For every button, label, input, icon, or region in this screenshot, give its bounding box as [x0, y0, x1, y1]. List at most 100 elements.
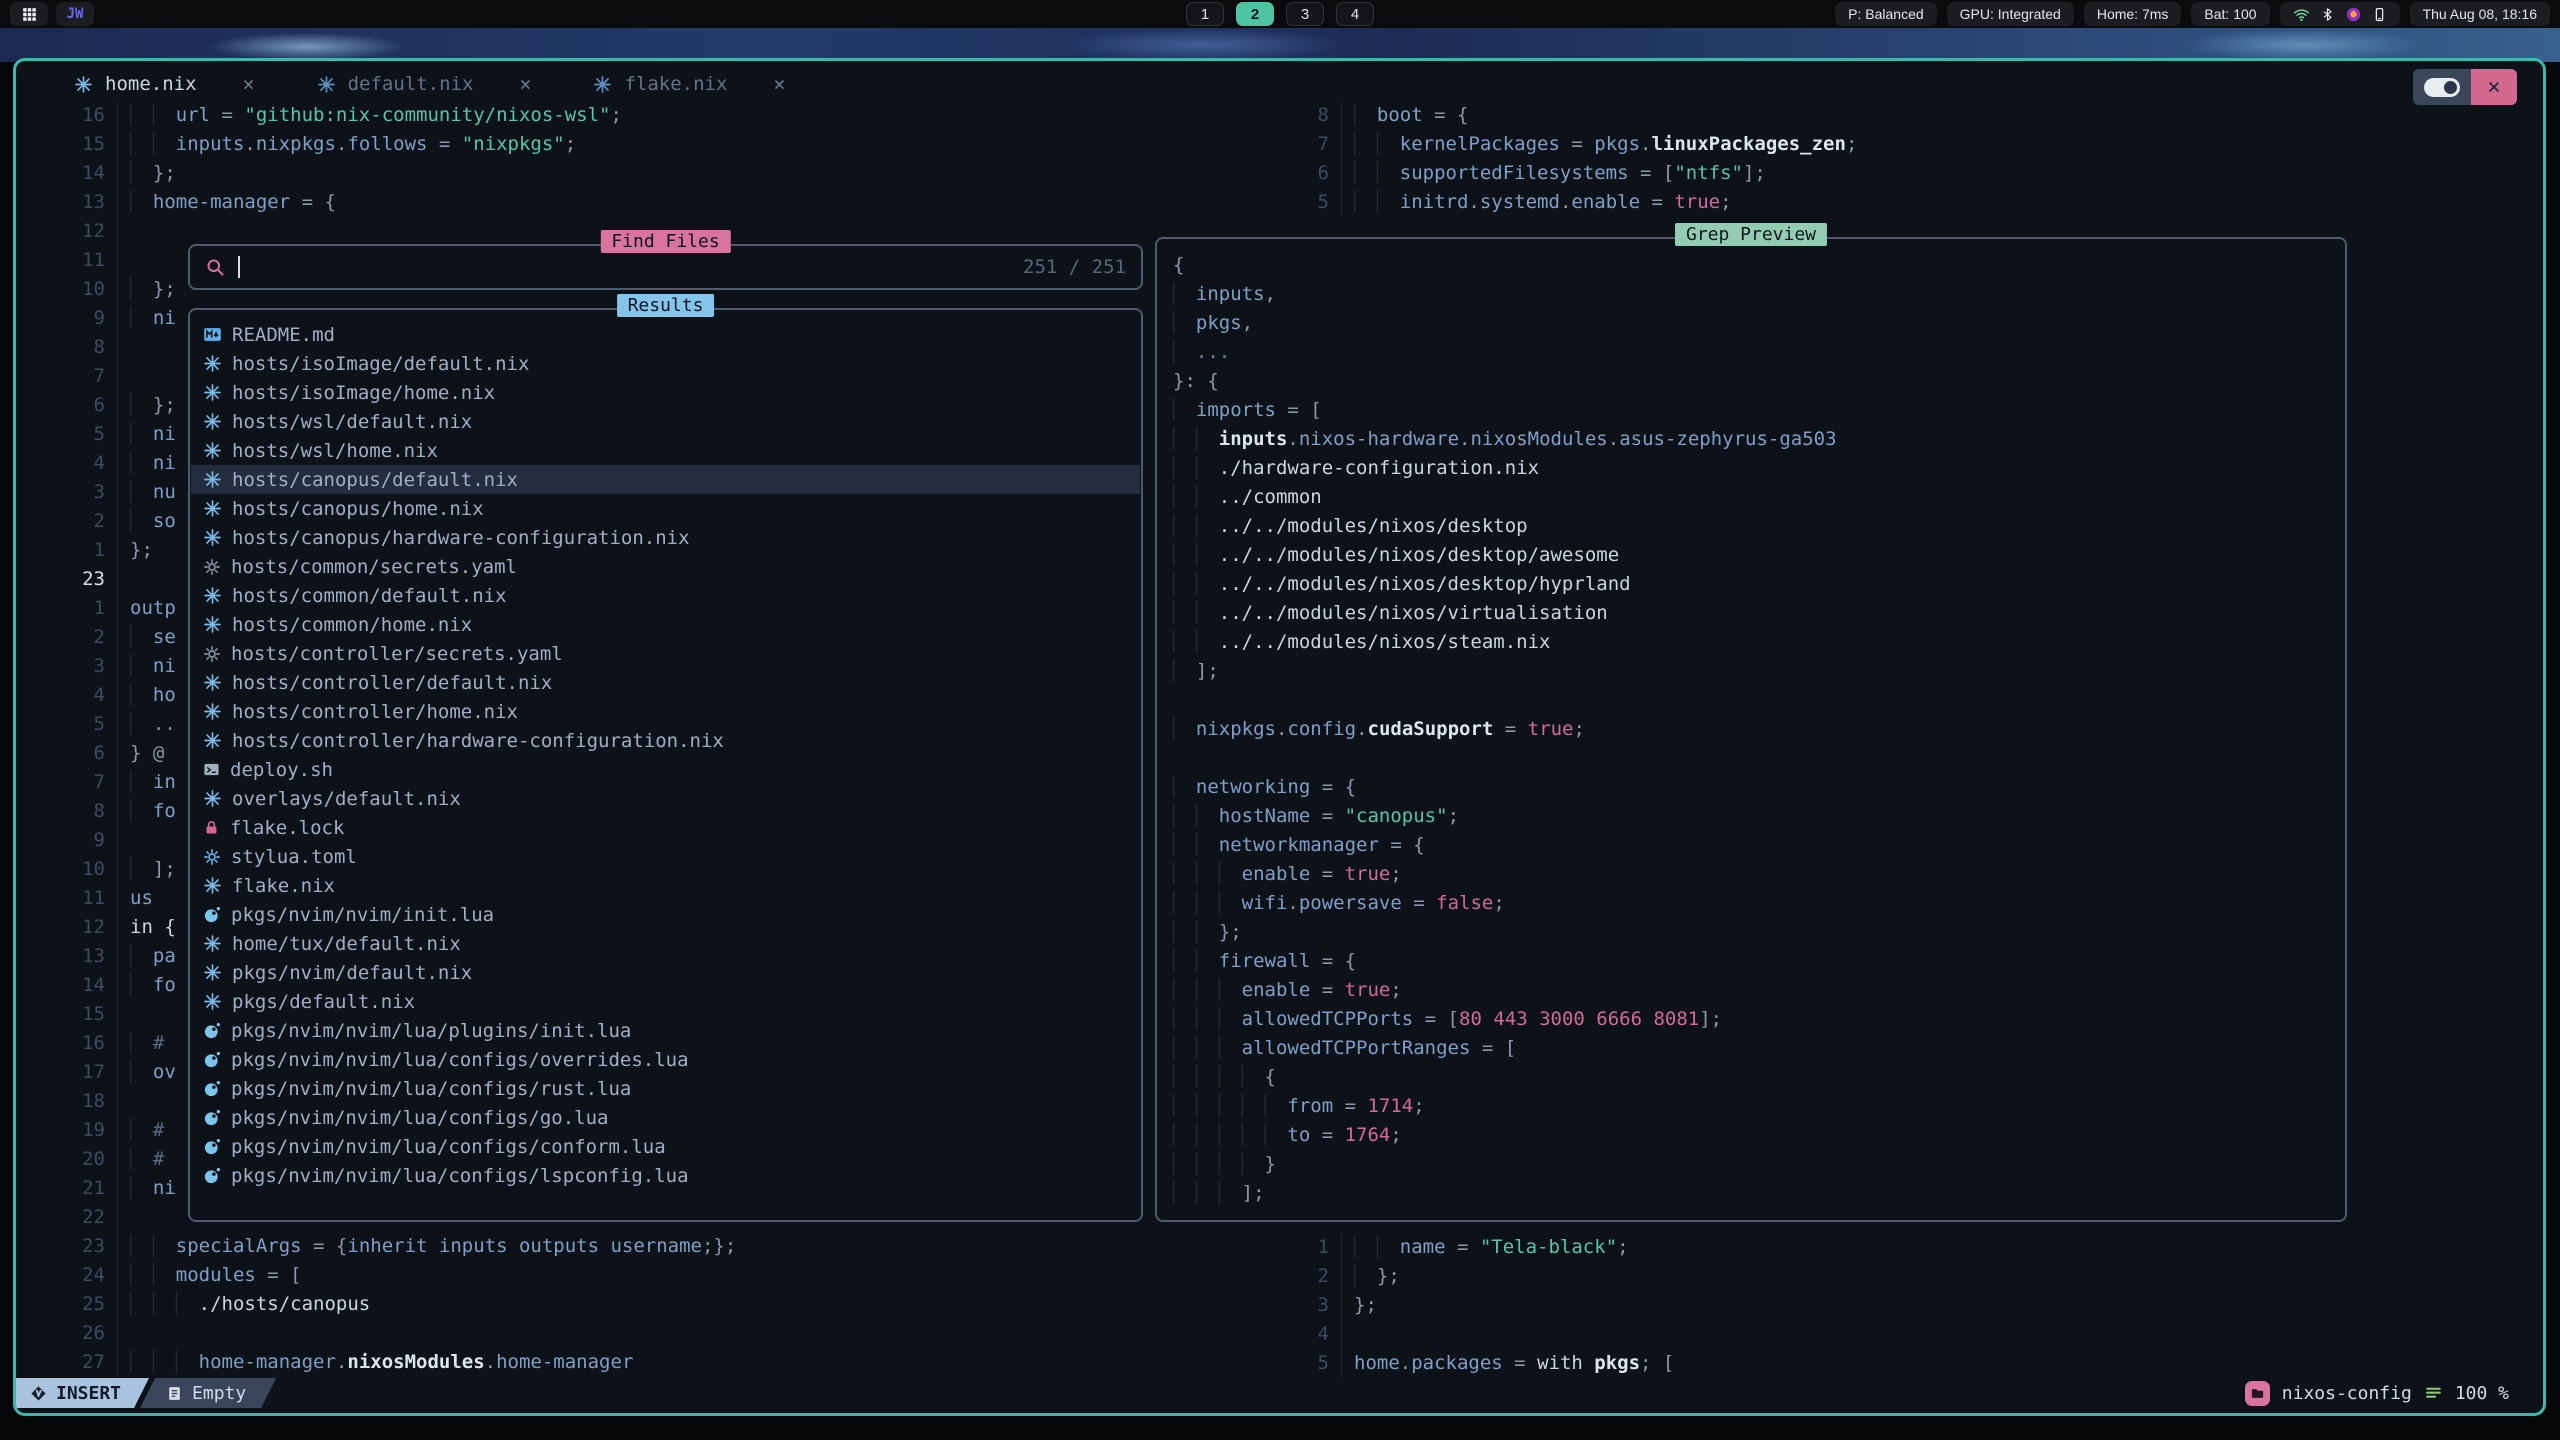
- apps-launcher-button[interactable]: [10, 2, 48, 26]
- finder-result-item[interactable]: hosts/controller/hardware-configuration.…: [191, 726, 1140, 755]
- editor-tab[interactable]: flake.nix ×: [575, 67, 803, 101]
- nix-icon: [203, 412, 222, 431]
- file-path: hosts/wsl/default.nix: [232, 411, 472, 433]
- finder-result-item[interactable]: hosts/common/home.nix: [191, 610, 1140, 639]
- finder-result-item[interactable]: pkgs/nvim/nvim/lua/plugins/init.lua: [191, 1016, 1140, 1045]
- finder-result-item[interactable]: hosts/canopus/hardware-configuration.nix: [191, 523, 1140, 552]
- finder-result-item[interactable]: pkgs/nvim/nvim/lua/configs/conform.lua: [191, 1132, 1140, 1161]
- workspaces: 1234: [1186, 2, 1374, 26]
- finder-result-item[interactable]: hosts/isoImage/home.nix: [191, 378, 1140, 407]
- power-profile-module[interactable]: P: Balanced: [1835, 2, 1937, 26]
- battery-module[interactable]: Bat: 100: [2191, 2, 2269, 26]
- code-line: ▏ ▏ ▏ ];: [1173, 1179, 2339, 1208]
- finder-result-item[interactable]: hosts/common/default.nix: [191, 581, 1140, 610]
- workspace-button[interactable]: 3: [1286, 2, 1324, 26]
- editor-tab[interactable]: home.nix×: [56, 67, 273, 101]
- file-path: pkgs/nvim/nvim/lua/configs/overrides.lua: [231, 1049, 689, 1071]
- firefox-icon[interactable]: [2345, 6, 2362, 23]
- document-icon: [166, 1385, 183, 1402]
- code-line: 5▏ ▏ initrd.systemd.enable = true;: [1284, 188, 1857, 217]
- finder-result-item[interactable]: pkgs/nvim/nvim/init.lua: [191, 900, 1140, 929]
- tab-label: flake.nix: [624, 73, 727, 95]
- tab-close-icon[interactable]: ×: [773, 72, 785, 96]
- vim-icon: [30, 1385, 47, 1402]
- tray: [2280, 2, 2400, 26]
- code-line: 26: [60, 1319, 736, 1348]
- finder-result-item[interactable]: hosts/canopus/default.nix: [191, 465, 1140, 494]
- wifi-icon[interactable]: [2293, 6, 2310, 23]
- project-chip: [2245, 1381, 2270, 1406]
- lua-icon: [203, 1022, 221, 1040]
- close-icon: ×: [2487, 75, 2500, 100]
- lock-icon: [203, 819, 220, 836]
- lua-icon: [203, 1167, 221, 1185]
- file-path: pkgs/nvim/nvim/lua/configs/rust.lua: [231, 1078, 631, 1100]
- editor-pane-right-bottom[interactable]: 1▏ ▏ name = "Tela-black";2▏ };3};45home.…: [1284, 1233, 1674, 1378]
- statusline: INSERT Empty nixos-config 100 %: [16, 1378, 2543, 1408]
- workspace-button[interactable]: 4: [1336, 2, 1374, 26]
- editor-tab[interactable]: default.nix×: [299, 67, 550, 101]
- code-line: ▏ ▏ ../../modules/nixos/steam.nix: [1173, 628, 2339, 657]
- finder-result-item[interactable]: overlays/default.nix: [191, 784, 1140, 813]
- statusline-right: nixos-config 100 %: [2245, 1381, 2543, 1406]
- code-line: }: {: [1173, 367, 2339, 396]
- finder-result-item[interactable]: flake.lock: [191, 813, 1140, 842]
- bluetooth-icon[interactable]: [2320, 7, 2335, 22]
- nix-icon: [203, 441, 222, 460]
- finder-result-item[interactable]: pkgs/nvim/default.nix: [191, 958, 1140, 987]
- nix-icon: [203, 934, 222, 953]
- code-line: 1▏ ▏ name = "Tela-black";: [1284, 1233, 1674, 1262]
- finder-result-item[interactable]: home/tux/default.nix: [191, 929, 1140, 958]
- tab-close-icon[interactable]: ×: [519, 72, 531, 96]
- topbar: JW 1234 P: Balanced GPU: Integrated Home: …: [0, 0, 2560, 28]
- finder-result-item[interactable]: hosts/canopus/home.nix: [191, 494, 1140, 523]
- editor-pane-right-top[interactable]: 8▏ boot = {7▏ ▏ kernelPackages = pkgs.li…: [1284, 101, 1857, 217]
- finder-result-item[interactable]: pkgs/nvim/nvim/lua/configs/overrides.lua: [191, 1045, 1140, 1074]
- nix-icon: [203, 499, 222, 518]
- finder-result-item[interactable]: pkgs/default.nix: [191, 987, 1140, 1016]
- file-path: flake.nix: [232, 875, 335, 897]
- finder-result-item[interactable]: hosts/controller/home.nix: [191, 697, 1140, 726]
- code-line: ▏ ▏ };: [1173, 918, 2339, 947]
- results-title: Results: [617, 294, 715, 317]
- phone-icon[interactable]: [2372, 7, 2387, 22]
- grep-preview-content[interactable]: {▏ inputs,▏ pkgs,▏ ...}: {▏ imports = [▏…: [1173, 251, 2339, 1208]
- ping-module[interactable]: Home: 7ms: [2084, 2, 2182, 26]
- finder-result-item[interactable]: hosts/controller/secrets.yaml: [191, 639, 1140, 668]
- code-line: 24▏ ▏ modules = [: [60, 1261, 736, 1290]
- finder-result-item[interactable]: README.md: [191, 320, 1140, 349]
- nix-icon: [203, 702, 222, 721]
- gpu-module[interactable]: GPU: Integrated: [1947, 2, 2074, 26]
- finder-result-item[interactable]: hosts/wsl/default.nix: [191, 407, 1140, 436]
- finder-result-item[interactable]: pkgs/nvim/nvim/lua/configs/go.lua: [191, 1103, 1140, 1132]
- code-line: ▏ ▏ ▏ wifi.powersave = false;: [1173, 889, 2339, 918]
- user-logo[interactable]: JW: [56, 2, 94, 26]
- finder-result-item[interactable]: pkgs/nvim/nvim/lua/configs/rust.lua: [191, 1074, 1140, 1103]
- code-line: ▏ ▏ ▏ allowedTCPPorts = [80 443 3000 666…: [1173, 1005, 2339, 1034]
- file-path: flake.lock: [230, 817, 344, 839]
- nix-icon: [317, 75, 336, 94]
- code-line: [1173, 686, 2339, 715]
- tab-close-icon[interactable]: ×: [243, 72, 255, 96]
- workspace-button[interactable]: 1: [1186, 2, 1224, 26]
- term-icon: [203, 761, 220, 778]
- finder-result-item[interactable]: hosts/common/secrets.yaml: [191, 552, 1140, 581]
- finder-result-item[interactable]: pkgs/nvim/nvim/lua/configs/lspconfig.lua: [191, 1161, 1140, 1190]
- finder-result-item[interactable]: hosts/wsl/home.nix: [191, 436, 1140, 465]
- finder-result-item[interactable]: deploy.sh: [191, 755, 1140, 784]
- window-toggle[interactable]: [2413, 69, 2471, 105]
- finder-result-item[interactable]: flake.nix: [191, 871, 1140, 900]
- finder-search-input[interactable]: Find Files 251 / 251: [188, 244, 1143, 290]
- code-line: 25▏ ▏ ▏ ./hosts/canopus: [60, 1290, 736, 1319]
- finder-result-item[interactable]: stylua.toml: [191, 842, 1140, 871]
- workspace-button[interactable]: 2: [1236, 2, 1274, 26]
- desktop: JW 1234 P: Balanced GPU: Integrated Home: …: [0, 0, 2560, 1440]
- file-path: pkgs/nvim/default.nix: [232, 962, 472, 984]
- wallpaper: [0, 28, 2560, 62]
- finder-result-item[interactable]: hosts/isoImage/default.nix: [191, 349, 1140, 378]
- status-modules: P: Balanced GPU: Integrated Home: 7ms Bat: …: [1835, 2, 2269, 26]
- window-close-button[interactable]: ×: [2471, 69, 2517, 105]
- code-line: 15▏ ▏ inputs.nixpkgs.follows = "nixpkgs"…: [60, 130, 736, 159]
- finder-result-item[interactable]: hosts/controller/default.nix: [191, 668, 1140, 697]
- file-path: hosts/canopus/default.nix: [232, 469, 518, 491]
